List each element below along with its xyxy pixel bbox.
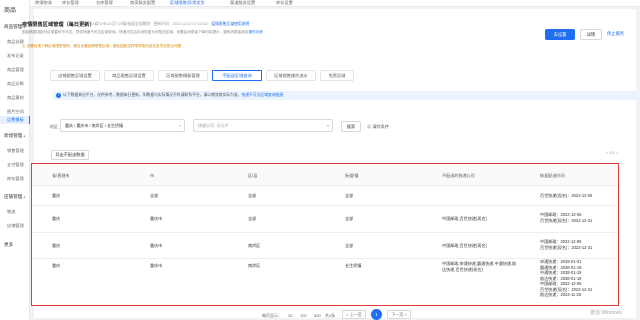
current-page[interactable]: 1 — [371, 309, 382, 320]
chevron-up-icon: ▴ — [23, 133, 26, 138]
sidebar-group-shop[interactable]: 店铺管理▴ — [4, 194, 25, 200]
table-row: 重庆 重庆市 全部 全部 中国邮政,百世快递(现名) 中国邮政：2022-12-… — [32, 206, 618, 233]
cell-street: 全部 — [345, 193, 354, 198]
top-tab[interactable]: 库存管理 — [62, 0, 79, 6]
go-set-button[interactable]: 去设置 — [545, 29, 575, 40]
cell-restore-time: 百世快递(现名)：2022-12-31 — [540, 245, 593, 250]
sidebar-item-payment[interactable]: 支付管理 — [0, 161, 30, 169]
notice-link[interactable]: 快递不可达区域查询链接 — [241, 93, 283, 97]
sidebar-item-freight[interactable]: 运费模板 — [0, 116, 30, 124]
stop-service-link[interactable]: 停止服务 — [607, 31, 624, 37]
table-row: 重庆 全部 全部 全部 百世快递(现名)：2022-12-06 — [32, 186, 618, 206]
top-tab[interactable]: 仓库管理 — [96, 0, 113, 6]
cell-city: 重庆市 — [150, 216, 163, 221]
cell-province: 重庆 — [52, 216, 61, 221]
total-count: 共4条 — [325, 313, 336, 318]
col-city: 市 — [150, 173, 155, 178]
warning-text: ⚠ 设置前请了解区域限售规则，建议设置疫情限售区域，避免因配送异常导致的延迟发货… — [22, 44, 182, 48]
notice-bar: i 以下数据来自平台，仅供参考，数据每日更新，如数据与实际情况不符请联系平台，请… — [53, 91, 638, 100]
sidebar-group-cross-border[interactable]: 跨境管理▴ — [4, 133, 25, 139]
chevron-down-icon: ▾ — [326, 123, 329, 128]
chevron-up-icon: ▴ — [23, 194, 26, 199]
next-page-button[interactable]: 下一页 > — [387, 310, 411, 319]
cell-restore-time: 中国邮政：2022-12-06 — [540, 239, 582, 244]
top-tab[interactable]: 库存设置 — [276, 0, 293, 6]
cell-city: 全部 — [150, 193, 159, 198]
sidebar-group-more[interactable]: 更多 — [4, 242, 13, 248]
table-row: 重庆 重庆市 南岸区 全部 中国邮政,百世快递(现名) 中国邮政：2022-12… — [32, 233, 618, 259]
export-button[interactable]: 导出不配送数据 — [51, 150, 89, 160]
chevron-down-icon: ▾ — [178, 123, 181, 128]
cell-street: 全部 — [345, 216, 354, 221]
cell-street: 全部 — [345, 243, 354, 248]
sidebar-item-material[interactable]: 商品素材 — [0, 94, 30, 102]
cell-street: 长生桥镇 — [345, 263, 362, 268]
cell-province: 重庆 — [52, 193, 61, 198]
page-description: 因疫情原因部分区域暂时不可达，提供快递不可达区域查询，快递可达后自动恢复为可配送… — [22, 30, 263, 34]
manual-link[interactable]: 操作手册 — [248, 30, 262, 34]
cell-province: 重庆 — [52, 243, 61, 248]
page-title: 疫情限售区域管理（每日更新） — [22, 22, 95, 28]
detail-button[interactable]: 详情 — [580, 29, 602, 40]
top-tab-active[interactable]: 区域限售/异常发货 — [170, 0, 205, 6]
subtab-no-delivery-query[interactable]: 不配送区域查询 — [212, 70, 262, 81]
page-size-100[interactable]: 100 — [300, 313, 307, 318]
cell-companies: 达快递,百世快递(现名) — [442, 267, 483, 272]
cell-companies: 中国邮政,百世快递(现名) — [442, 216, 487, 221]
usage-guide-link[interactable]: 疫情限售区域使用说明 — [211, 22, 249, 26]
cell-restore-time: 中国邮政：2022-12-06 — [540, 212, 582, 217]
col-companies: 不配送的快递公司 — [442, 173, 475, 178]
cell-restore-time: 百世快递(现名)：2022-12-31 — [540, 218, 593, 223]
table-header: 省/直辖市 市 区/县 街道/镇 不配送的快递公司 恢复配送时间 — [32, 164, 618, 186]
subtab-shop-restrict[interactable]: 店铺限售区域设置 — [50, 70, 100, 81]
cell-province: 重庆 — [52, 263, 61, 268]
top-tab[interactable]: 渠道服务设置 — [230, 0, 255, 6]
subtab-template-mgmt[interactable]: 区域限售模板管理 — [158, 70, 208, 81]
sidebar-title: 商品 — [4, 8, 17, 14]
per-page-label: 每页显示： — [262, 313, 282, 318]
sidebar-item-shop-mgmt[interactable]: 店铺管理 — [0, 222, 30, 230]
sidebar-item-sales[interactable]: 销售管理 — [0, 147, 30, 155]
subtab-product-restrict[interactable]: 商品限售区域设置 — [104, 70, 154, 81]
cell-district: 南岸区 — [248, 263, 261, 268]
mini-pagination[interactable]: < 1/1 > — [606, 150, 618, 155]
windows-watermark: 激活 Windows — [590, 310, 622, 316]
region-label: 地区 — [50, 124, 58, 129]
col-province: 省/直辖市 — [52, 173, 70, 178]
col-street: 街道/镇 — [345, 173, 359, 178]
top-tab-strip: 跨境物流 库存管理 仓库管理 商家服务配置 区域限售/异常发货 渠道服务设置 库… — [30, 0, 640, 7]
col-restore-time: 恢复配送时间 — [540, 173, 565, 178]
sidebar-item-publish-log[interactable]: 发布记录 — [0, 52, 30, 60]
subtab-exemption[interactable]: 免责区域 — [320, 70, 354, 81]
cell-district: 全部 — [248, 193, 257, 198]
prev-page-button[interactable]: < 上一页 — [342, 310, 366, 319]
page-size-500[interactable]: 500 — [314, 313, 321, 318]
sidebar-item-inventory[interactable]: 库存管理 — [0, 175, 30, 183]
cell-companies: 中国邮政,申通快递,圆通快递,中通快递,韵 — [442, 261, 517, 266]
region-cascader[interactable]: 重庆 / 重庆市 / 南岸区 / 长生桥镇 ▾ — [60, 119, 185, 132]
cell-restore-time: 百世快递(现名)：2022-12-06 — [540, 193, 593, 198]
sidebar-item-logistics[interactable]: 物流 — [0, 208, 30, 216]
page-size-25[interactable]: 25 — [288, 313, 292, 318]
update-info: 22省72市147区718镇/街道全部解除 · 更新时间：2022.12.02 … — [90, 22, 250, 26]
col-district: 区/县 — [248, 173, 258, 178]
clear-filters-link[interactable]: ⊘ 清除条件 — [367, 124, 389, 130]
sidebar-item-product-mgmt[interactable]: 商品管理 — [0, 66, 30, 74]
company-select[interactable]: 快递公司 请选择 ▾ — [193, 119, 333, 132]
cell-district: 南岸区 — [248, 243, 261, 248]
top-tab[interactable]: 跨境物流 — [35, 0, 52, 6]
top-tab[interactable]: 商家服务配置 — [130, 0, 155, 6]
cell-district: 全部 — [248, 216, 257, 221]
sidebar-item-diagnosis[interactable]: 商品诊断 — [0, 80, 30, 88]
search-button[interactable]: 搜索 — [341, 121, 361, 132]
subtab-operation-log[interactable]: 区域限售操作流水 — [266, 70, 316, 81]
cell-city: 重庆市 — [150, 263, 163, 268]
cell-city: 重庆市 — [150, 243, 163, 248]
cell-restore-time: 韵达快递：2023-11-25 — [540, 292, 582, 297]
no-delivery-table: 省/直辖市 市 区/县 街道/镇 不配送的快递公司 恢复配送时间 重庆 全部 全… — [31, 163, 619, 306]
table-row: 重庆 重庆市 南岸区 长生桥镇 中国邮政,申通快递,圆通快递,中通快递,韵 达快… — [32, 259, 618, 305]
cell-companies: 中国邮政,百世快递(现名) — [442, 243, 487, 248]
sidebar-item-image-space[interactable]: 图片空间 — [0, 108, 30, 116]
info-icon: i — [56, 93, 61, 98]
